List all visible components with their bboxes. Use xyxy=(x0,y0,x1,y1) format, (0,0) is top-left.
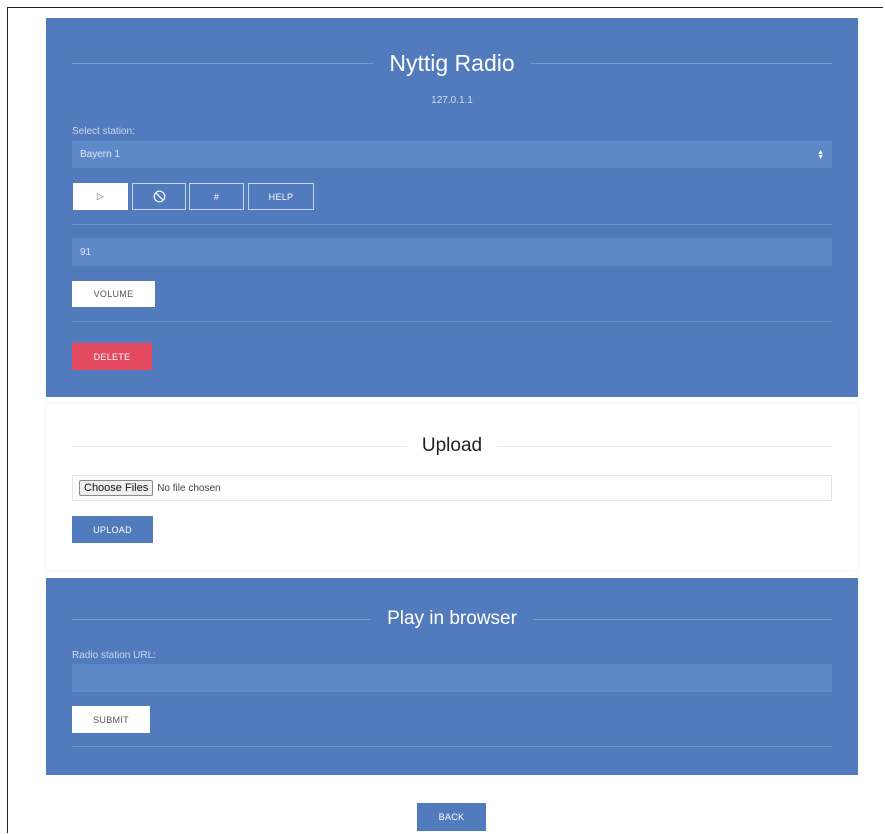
delete-button-label: DELETE xyxy=(93,351,131,362)
browser-rule-left xyxy=(72,618,372,620)
page-title: Nyttig Radio xyxy=(389,50,515,76)
file-input[interactable]: Choose Files No file chosen xyxy=(72,475,832,501)
browser-play-panel: Play in browser Radio station URL: SUBMI… xyxy=(46,578,858,775)
upload-panel: Upload Choose Files No file chosen UPLOA… xyxy=(46,404,858,570)
url-label: Radio station URL: xyxy=(72,650,156,661)
help-button-label: HELP xyxy=(268,191,294,202)
browser-title: Play in browser xyxy=(387,608,517,629)
upload-button[interactable]: UPLOAD xyxy=(72,516,153,543)
station-select[interactable]: Bayern 1 ▲ ▼ xyxy=(72,141,832,168)
help-button[interactable]: HELP xyxy=(248,183,314,210)
volume-value: 91 xyxy=(80,246,92,258)
station-selected-value: Bayern 1 xyxy=(80,149,121,160)
play-button[interactable]: ▷ xyxy=(73,183,128,210)
host-address: 127.0.1.1 xyxy=(431,95,473,106)
title-row: Nyttig Radio xyxy=(72,50,832,77)
upload-title-row: Upload xyxy=(72,435,832,457)
submit-button[interactable]: SUBMIT xyxy=(72,706,150,733)
browser-title-row: Play in browser xyxy=(72,608,833,630)
divider xyxy=(72,224,832,225)
upload-rule-left xyxy=(72,445,406,447)
upload-button-label: UPLOAD xyxy=(93,524,132,535)
title-rule-right xyxy=(530,63,832,64)
back-button-label: BACK xyxy=(438,812,465,822)
hash-button-label: # xyxy=(213,191,220,202)
stop-button[interactable] xyxy=(132,183,186,210)
url-input[interactable] xyxy=(72,664,832,692)
delete-button[interactable]: DELETE xyxy=(72,343,152,370)
volume-button[interactable]: VOLUME xyxy=(72,281,155,307)
back-button[interactable]: BACK xyxy=(417,803,486,831)
choose-files-button[interactable]: Choose Files xyxy=(79,480,154,496)
submit-button-label: SUBMIT xyxy=(93,714,129,725)
upload-rule-right xyxy=(498,445,832,447)
file-status-text: No file chosen xyxy=(157,482,221,494)
play-icon: ▷ xyxy=(96,191,105,201)
upload-title: Upload xyxy=(421,435,483,456)
divider xyxy=(72,321,832,322)
stop-icon xyxy=(153,190,165,203)
station-label: Select station: xyxy=(72,126,135,137)
radio-panel: Nyttig Radio 127.0.1.1 Select station: B… xyxy=(46,18,858,397)
divider xyxy=(72,746,832,747)
volume-input[interactable]: 91 xyxy=(72,238,832,266)
select-arrows-icon: ▲ ▼ xyxy=(817,148,824,161)
hash-button[interactable]: # xyxy=(189,183,244,210)
title-rule-left xyxy=(72,63,374,64)
browser-rule-right xyxy=(532,618,833,620)
volume-button-label: VOLUME xyxy=(93,289,134,299)
